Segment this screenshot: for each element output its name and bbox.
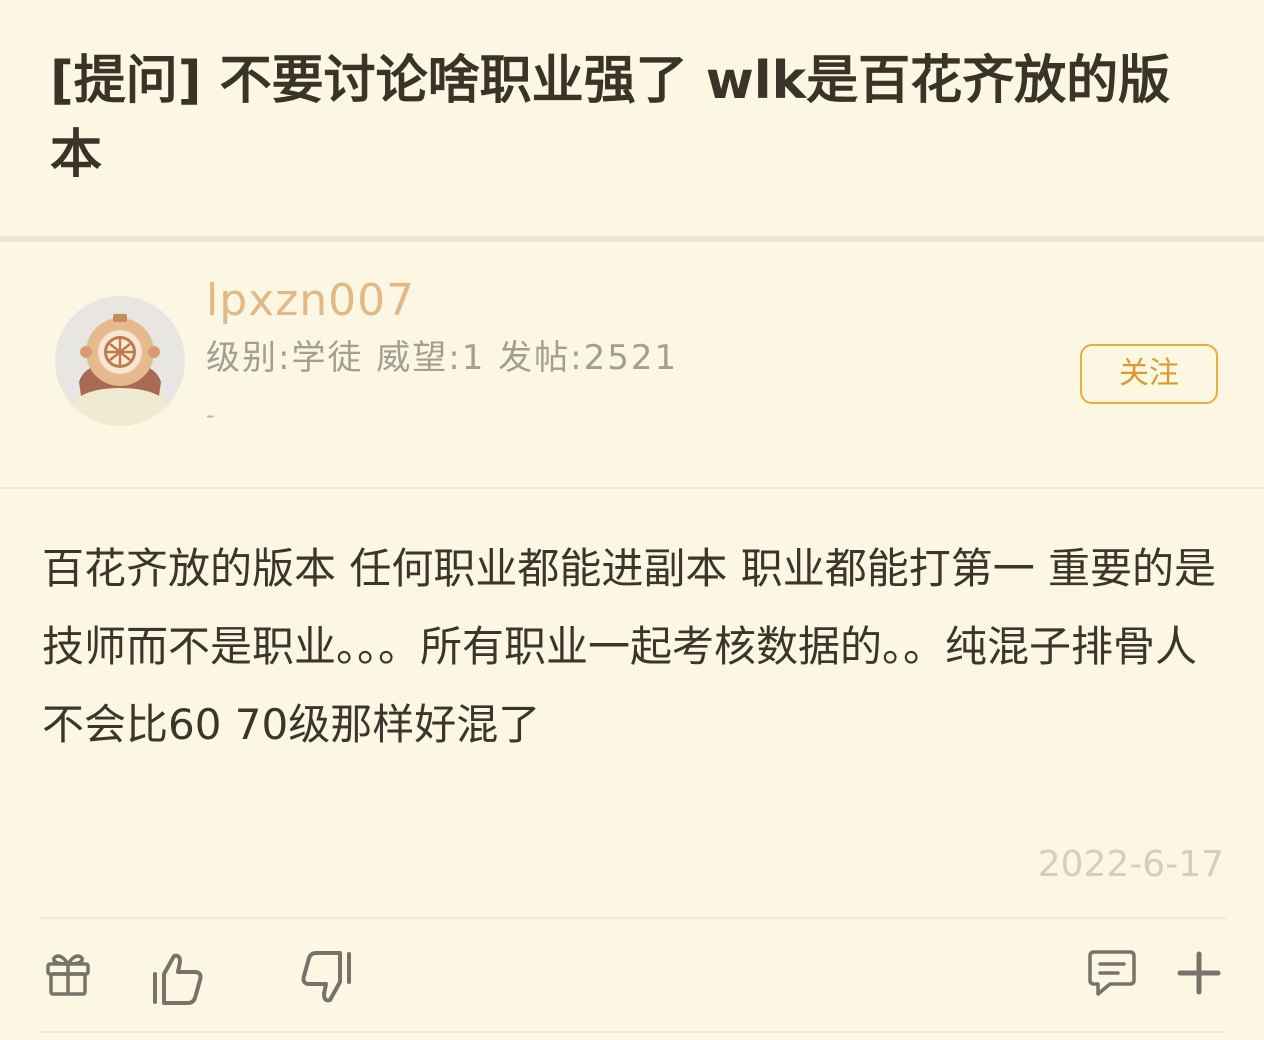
gift-icon[interactable] [44, 950, 92, 998]
author-username[interactable]: lpxzn007 [206, 274, 415, 328]
author-stats: 级别:学徒 威望:1 发帖:2521 [206, 338, 679, 378]
diver-helmet-icon [73, 314, 167, 426]
post-date: 2022-6-17 [1037, 844, 1224, 885]
avatar[interactable] [55, 296, 185, 426]
comment-icon[interactable] [1086, 948, 1138, 998]
plus-icon[interactable] [1176, 950, 1222, 996]
author-extra: - [206, 401, 215, 429]
post-header: [提问] 不要讨论啥职业强了 wlk是百花齐放的版本 [0, 0, 1264, 236]
post-detail-page: [提问] 不要讨论啥职业强了 wlk是百花齐放的版本 lpxzn007 级别:学… [0, 0, 1264, 1040]
thumbs-down-icon[interactable] [298, 950, 354, 1006]
follow-button[interactable]: 关注 [1080, 344, 1218, 404]
toolbar-divider-top [40, 917, 1226, 919]
post-title: [提问] 不要讨论啥职业强了 wlk是百花齐放的版本 [50, 51, 1171, 185]
author-divider [0, 487, 1264, 489]
author-info: lpxzn007 级别:学徒 威望:1 发帖:2521 - 关注 [0, 242, 1264, 487]
post-content: 百花齐放的版本 任何职业都能进副本 职业都能打第一 重要的是技师而不是职业。。。… [42, 544, 1217, 749]
thumbs-up-icon[interactable] [150, 950, 206, 1006]
toolbar-divider-bottom [40, 1031, 1226, 1033]
